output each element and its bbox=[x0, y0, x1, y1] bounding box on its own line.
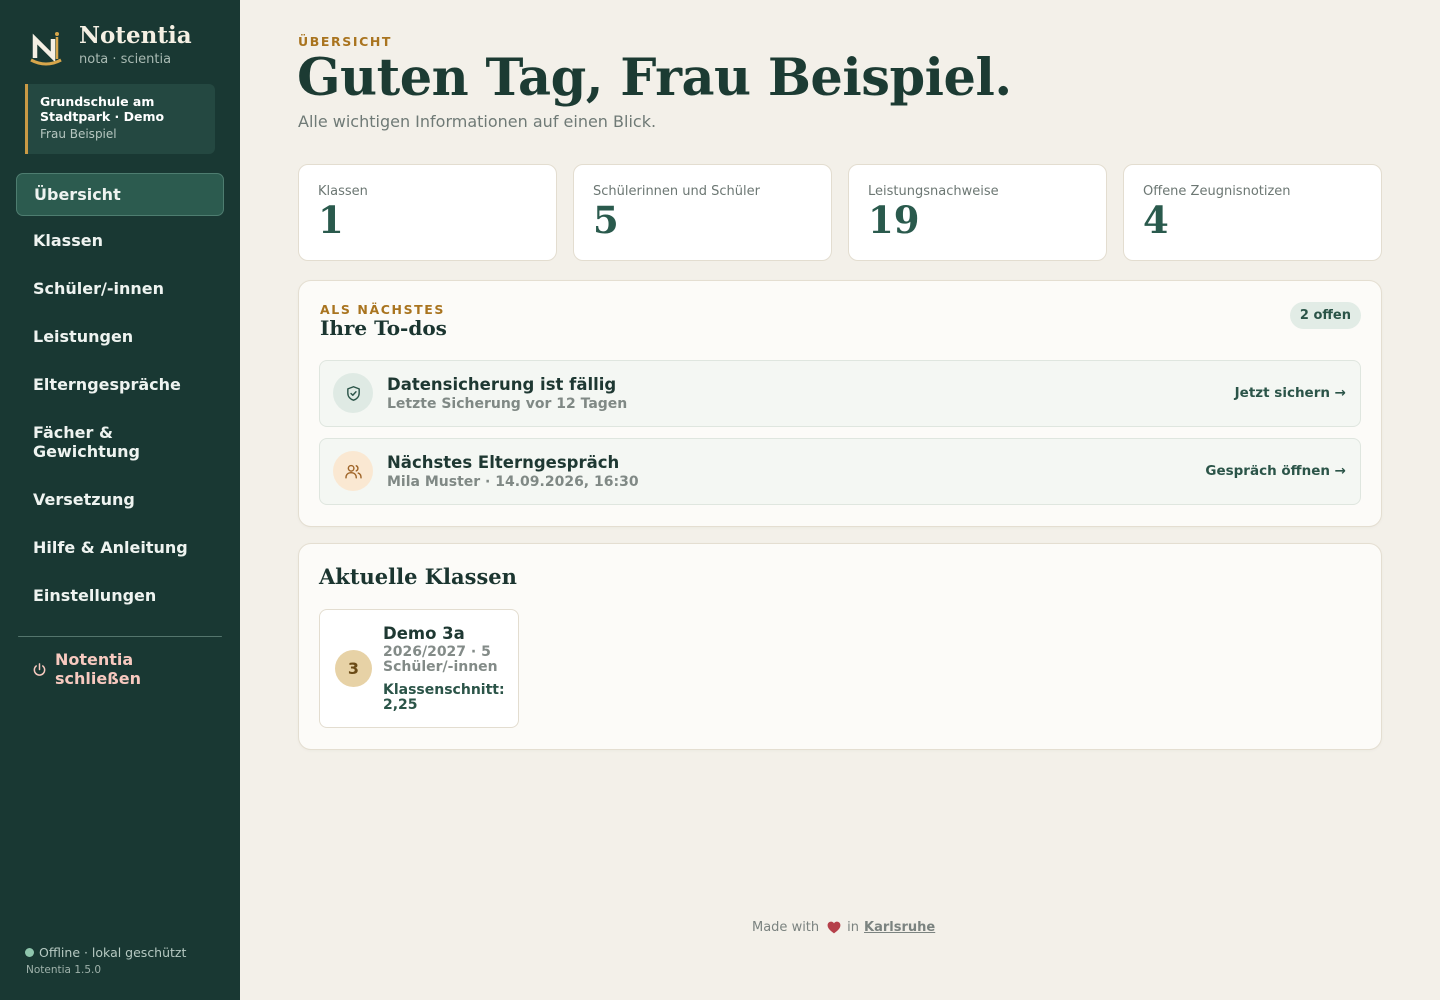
notentia-logo-icon bbox=[30, 32, 62, 66]
footer-city-link[interactable]: Karlsruhe bbox=[864, 920, 935, 935]
status-text: Offline · lokal geschützt bbox=[39, 945, 187, 960]
brand[interactable]: Notentia nota · scientia bbox=[28, 22, 192, 70]
heart-icon bbox=[827, 921, 841, 934]
nav-item-leistungen[interactable]: Leistungen bbox=[16, 312, 224, 360]
todo-backup[interactable]: Datensicherung ist fällig Letzte Sicheru… bbox=[319, 360, 1361, 427]
todo-subtitle: Mila Muster · 14.09.2026, 16:30 bbox=[387, 474, 639, 490]
stat-value: 1 bbox=[318, 198, 344, 242]
class-average: Klassenschnitt: 2,25 bbox=[383, 682, 505, 713]
todo-parent-meeting[interactable]: Nächstes Elterngespräch Mila Muster · 14… bbox=[319, 438, 1361, 505]
footer-in: in bbox=[847, 920, 860, 935]
stat-label: Schülerinnen und Schüler bbox=[593, 184, 760, 199]
stat-card-klassen: Klassen 1 bbox=[298, 164, 557, 261]
nav-item-label: Einstellungen bbox=[33, 585, 157, 605]
todo-title: Nächstes Elterngespräch bbox=[387, 453, 620, 472]
backup-now-link[interactable]: Jetzt sichern → bbox=[1235, 385, 1346, 401]
class-meta: 2026/2027 · 5 Schüler/-innen bbox=[383, 644, 498, 675]
app-version: Notentia 1.5.0 bbox=[26, 964, 102, 976]
open-count-badge: 2 offen bbox=[1289, 302, 1361, 329]
brand-tagline: nota · scientia bbox=[79, 52, 172, 67]
nav-item-label: Fächer & Gewichtung bbox=[33, 423, 141, 461]
class-card[interactable]: 3 Demo 3a 2026/2027 · 5 Schüler/-innen K… bbox=[319, 609, 519, 728]
stat-value: 5 bbox=[593, 198, 619, 242]
todos-eyebrow: ALS NÄCHSTES bbox=[320, 302, 446, 317]
nav-item-label: Hilfe & Anleitung bbox=[33, 537, 188, 557]
school-name: Grundschule am Stadtpark · Demo bbox=[40, 94, 165, 124]
stat-label: Offene Zeugnisnotizen bbox=[1143, 184, 1291, 199]
page-title: Guten Tag, Frau Beispiel. bbox=[297, 48, 1012, 108]
main-navigation: Übersicht Klassen Schüler/-innen Leistun… bbox=[16, 173, 224, 619]
current-classes-panel: Aktuelle Klassen 3 Demo 3a 2026/2027 · 5… bbox=[298, 543, 1382, 750]
nav-item-faecher-gewichtung[interactable]: Fächer & Gewichtung bbox=[16, 409, 224, 475]
brand-name: Notentia bbox=[79, 22, 192, 49]
nav-item-versetzung[interactable]: Versetzung bbox=[16, 475, 224, 523]
nav-item-elterngespraeche[interactable]: Elterngespräche bbox=[16, 360, 224, 409]
nav-item-label: Leistungen bbox=[33, 326, 134, 346]
quit-label: Notentia schließen bbox=[55, 650, 141, 688]
users-icon bbox=[344, 464, 362, 479]
status-dot-icon bbox=[25, 948, 34, 957]
nav-item-label: Übersicht bbox=[34, 185, 121, 204]
quit-button[interactable]: Notentia schließen bbox=[32, 650, 185, 688]
sidebar: Notentia nota · scientia Grundschule am … bbox=[0, 0, 240, 1000]
stat-value: 19 bbox=[868, 198, 920, 242]
todo-subtitle: Letzte Sicherung vor 12 Tagen bbox=[387, 396, 628, 412]
teacher-name: Frau Beispiel bbox=[40, 127, 117, 141]
page-subtitle: Alle wichtigen Informationen auf einen B… bbox=[298, 112, 657, 131]
todos-panel: ALS NÄCHSTES Ihre To-dos 2 offen Datensi… bbox=[298, 280, 1382, 527]
nav-item-label: Schüler/-innen bbox=[33, 278, 165, 298]
shield-check-icon bbox=[346, 385, 360, 401]
nav-item-klassen[interactable]: Klassen bbox=[16, 216, 224, 264]
stat-card-leistungsnachweise: Leistungsnachweise 19 bbox=[848, 164, 1107, 261]
nav-item-label: Klassen bbox=[33, 230, 103, 250]
stat-card-zeugnisnotizen: Offene Zeugnisnotizen 4 bbox=[1123, 164, 1382, 261]
stat-label: Leistungsnachweise bbox=[868, 184, 999, 199]
footer-made-with: Made with bbox=[752, 920, 820, 935]
nav-divider bbox=[18, 636, 222, 637]
stat-card-schueler: Schülerinnen und Schüler 5 bbox=[573, 164, 832, 261]
page-eyebrow: ÜBERSICHT bbox=[298, 34, 393, 49]
school-card: Grundschule am Stadtpark · Demo Frau Bei… bbox=[25, 84, 215, 154]
todo-title: Datensicherung ist fällig bbox=[387, 375, 617, 394]
nav-item-schueler[interactable]: Schüler/-innen bbox=[16, 264, 224, 312]
todos-title: Ihre To-dos bbox=[320, 316, 447, 340]
class-name: Demo 3a bbox=[383, 624, 465, 643]
todo-icon-wrap bbox=[333, 451, 373, 491]
stat-label: Klassen bbox=[318, 184, 368, 199]
nav-item-hilfe[interactable]: Hilfe & Anleitung bbox=[16, 523, 224, 571]
nav-item-einstellungen[interactable]: Einstellungen bbox=[16, 571, 224, 619]
stat-value: 4 bbox=[1143, 198, 1169, 242]
todo-icon-wrap bbox=[333, 373, 373, 413]
open-meeting-link[interactable]: Gespräch öffnen → bbox=[1205, 463, 1346, 479]
connection-status: Offline · lokal geschützt bbox=[25, 945, 186, 960]
nav-item-label: Elterngespräche bbox=[33, 375, 181, 394]
nav-item-label: Versetzung bbox=[33, 489, 135, 509]
power-icon bbox=[33, 662, 46, 676]
nav-item-uebersicht[interactable]: Übersicht bbox=[16, 173, 224, 216]
grade-badge: 3 bbox=[335, 650, 372, 687]
classes-title: Aktuelle Klassen bbox=[319, 564, 517, 589]
footer: Made with in Karlsruhe bbox=[752, 920, 935, 935]
